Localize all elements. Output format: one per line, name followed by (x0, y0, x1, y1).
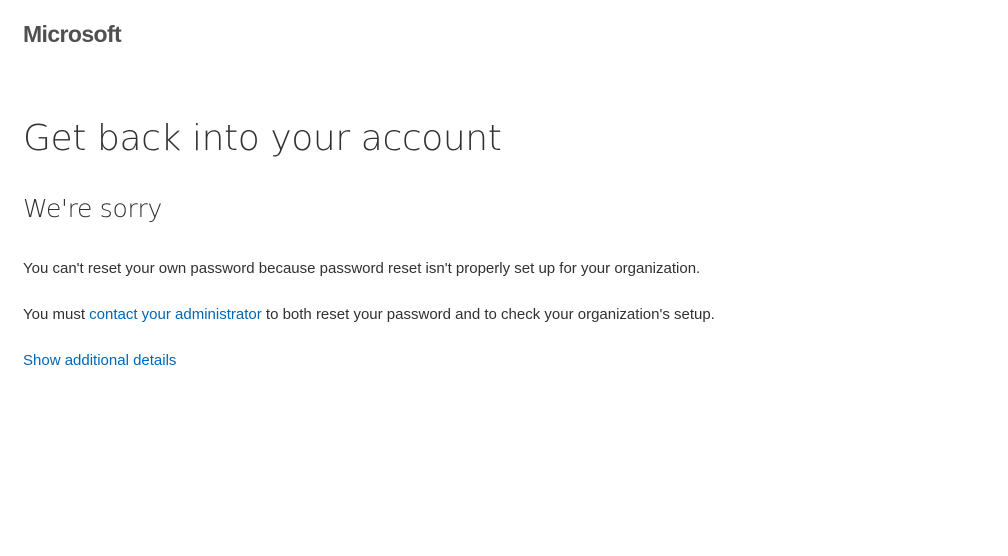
main-content: Get back into your account We're sorry Y… (23, 112, 963, 371)
admin-message-suffix: to both reset your password and to check… (261, 306, 715, 323)
show-additional-details-link[interactable]: Show additional details (23, 352, 176, 369)
section-title: We're sorry (23, 194, 162, 223)
details-row: Show additional details (23, 351, 963, 371)
admin-contact-message: You must contact your administrator to b… (23, 305, 963, 325)
error-message: You can't reset your own password becaus… (23, 260, 701, 277)
microsoft-logo: Microsoft (23, 21, 122, 47)
contact-administrator-link[interactable]: contact your administrator (89, 306, 262, 323)
page-title: Get back into your account (23, 118, 502, 159)
admin-message-prefix: You must (23, 306, 90, 323)
